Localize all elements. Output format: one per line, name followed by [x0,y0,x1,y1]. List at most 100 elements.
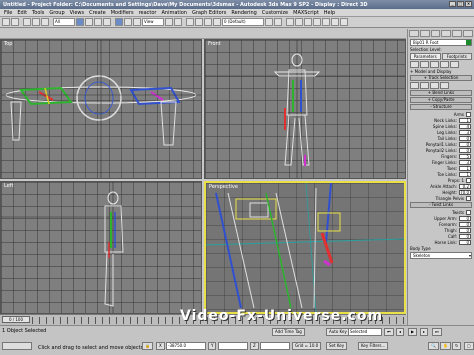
select-move-icon[interactable] [115,18,123,26]
add-time-tag-button[interactable]: Add Time Tag [272,328,305,336]
symmetrical-icon[interactable] [440,82,449,89]
render-frame-icon[interactable] [331,18,339,26]
manipulate-icon[interactable] [174,18,182,26]
upper-arm-spinner[interactable]: 0 [459,215,471,221]
close-button[interactable]: × [465,1,472,7]
menu-edit[interactable]: Edit [17,10,27,16]
tab-create[interactable] [409,30,419,37]
triangle-pelvis-checkbox[interactable] [466,195,471,201]
maximize-button[interactable]: □ [457,1,464,7]
undo-icon[interactable] [2,18,10,26]
props-checkbox[interactable] [466,177,471,183]
forearm-spinner[interactable]: 0 [459,221,471,227]
body-horizontal-icon[interactable] [410,82,419,89]
go-to-end-icon[interactable]: ⏭ [432,328,442,336]
select-object-icon[interactable] [76,18,84,26]
redo-icon[interactable] [11,18,19,26]
orbit-icon[interactable]: ↻ [452,342,462,350]
angle-snap-icon[interactable] [195,18,203,26]
object-name-field[interactable]: Bip01 R Foot [410,39,472,46]
lock-selection-icon[interactable]: 🔒 [142,342,153,350]
menu-animation[interactable]: Animation [161,10,187,16]
render-setup-icon[interactable] [322,18,330,26]
x-coordinate-field[interactable]: -38750.0 [166,342,206,350]
menu-help[interactable]: Help [324,10,335,16]
ankle-attach-spinner[interactable]: 0.2 [459,183,471,189]
menu-graph-editors[interactable]: Graph Editors [192,10,226,16]
unlink-icon[interactable] [32,18,40,26]
align-icon[interactable] [274,18,282,26]
bend-links-rollout[interactable]: + Bend Links [410,90,472,96]
horse-link-spinner[interactable]: 0 [459,239,471,245]
body-vertical-icon[interactable] [420,82,429,89]
mixer-mode-icon[interactable] [440,61,449,68]
material-editor-icon[interactable] [313,18,321,26]
object-color-swatch[interactable] [466,40,471,45]
schematic-view-icon[interactable] [304,18,312,26]
set-key-button[interactable]: Set Key [326,342,348,350]
viewport-left[interactable]: Left [0,181,202,314]
finger-links-spinner[interactable]: 3 [459,159,471,165]
viewport-top[interactable]: Top [0,39,202,179]
spinner-snap-icon[interactable] [213,18,221,26]
menu-maxscript[interactable]: MAXScript [293,10,319,16]
arms-checkbox[interactable] [466,111,471,117]
motion-flow-icon[interactable] [430,61,439,68]
named-selection-sets-dropdown[interactable]: 0 (Default) [222,18,264,26]
quick-render-icon[interactable] [340,18,348,26]
key-filters-button[interactable]: Key Filters... [358,342,389,350]
snaps-toggle-icon[interactable] [186,18,194,26]
mirror-icon[interactable] [265,18,273,26]
menu-modifiers[interactable]: Modifiers [111,10,134,16]
bind-spacewarp-icon[interactable] [41,18,49,26]
copy-paste-rollout[interactable]: + Copy/Paste [410,97,472,103]
toes-spinner[interactable]: 1 [459,165,471,171]
curve-editor-icon[interactable] [295,18,303,26]
go-to-start-icon[interactable]: ⏮ [384,328,394,336]
reference-coord-dropdown[interactable]: View [142,18,164,26]
maxscript-listener[interactable] [2,342,32,350]
selection-filter-dropdown[interactable]: All [53,18,75,26]
tab-parameters[interactable]: Parameters [410,53,441,60]
percent-snap-icon[interactable] [204,18,212,26]
tab-footprints[interactable]: Footprints [441,53,472,60]
pan-icon[interactable]: ✋ [440,342,451,350]
auto-key-button[interactable]: Auto Key [326,328,350,336]
spine-links-spinner[interactable]: 4 [459,123,471,129]
minimize-button[interactable]: _ [449,1,456,7]
menu-views[interactable]: Views [70,10,84,16]
toe-links-spinner[interactable]: 1 [459,171,471,177]
key-mode-dropdown[interactable]: Selected [348,328,382,336]
zoom-icon[interactable]: 🔍 [428,342,439,350]
play-icon[interactable]: ▶ [408,328,418,336]
leg-links-spinner[interactable]: 3 [459,129,471,135]
twists-checkbox[interactable] [466,209,471,215]
figure-mode-icon[interactable] [410,61,419,68]
footstep-mode-icon[interactable] [420,61,429,68]
y-coordinate-field[interactable] [218,342,248,350]
select-by-name-icon[interactable] [85,18,93,26]
maximize-viewport-icon[interactable]: ▢ [464,342,474,350]
viewport-perspective[interactable]: Perspective [204,181,406,314]
ponytail2-links-spinner[interactable]: 0 [459,147,471,153]
fingers-spinner[interactable]: 5 [459,153,471,159]
twist-links-rollout[interactable]: - Twist Links [410,202,472,208]
region-select-icon[interactable] [94,18,102,26]
previous-frame-icon[interactable]: ◂ [396,328,405,336]
select-scale-icon[interactable] [133,18,141,26]
menu-tools[interactable]: Tools [32,10,44,16]
menu-create[interactable]: Create [89,10,106,16]
layer-manager-icon[interactable] [286,18,294,26]
menu-reactor[interactable]: reactor [139,10,157,16]
select-rotate-icon[interactable] [124,18,132,26]
window-crossing-icon[interactable] [103,18,111,26]
track-selection-rollout[interactable]: + Track Selection [410,75,472,81]
calf-spinner[interactable]: 0 [459,233,471,239]
thigh-spinner[interactable]: 0 [459,227,471,233]
next-frame-icon[interactable]: ▸ [420,328,429,336]
tab-hierarchy[interactable] [430,30,441,37]
menu-customize[interactable]: Customize [262,10,288,16]
structure-rollout[interactable]: - Structure [410,104,472,110]
pivot-center-icon[interactable] [165,18,173,26]
model-display-rollout[interactable]: + Model and Display [410,69,472,74]
